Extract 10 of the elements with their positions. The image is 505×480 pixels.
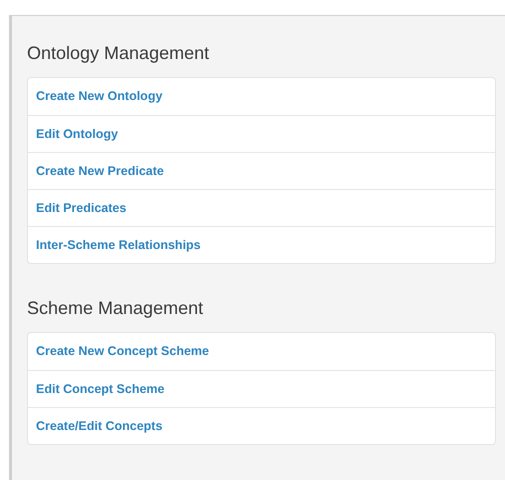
menu-link[interactable]: Create New Ontology xyxy=(36,87,162,106)
section-heading: Ontology Management xyxy=(27,42,210,64)
menu-link[interactable]: Create New Concept Scheme xyxy=(36,342,209,361)
menu-link[interactable]: Create New Predicate xyxy=(36,162,164,180)
menu-link[interactable]: Edit Concept Scheme xyxy=(36,380,164,398)
menu-link[interactable]: Inter-Scheme Relationships xyxy=(36,236,201,254)
menu-link[interactable]: Edit Predicates xyxy=(36,198,126,218)
section-heading: Scheme Management xyxy=(27,297,204,319)
menu-link[interactable]: Create/Edit Concepts xyxy=(36,416,162,436)
menu-link[interactable]: Edit Ontology xyxy=(36,124,118,144)
